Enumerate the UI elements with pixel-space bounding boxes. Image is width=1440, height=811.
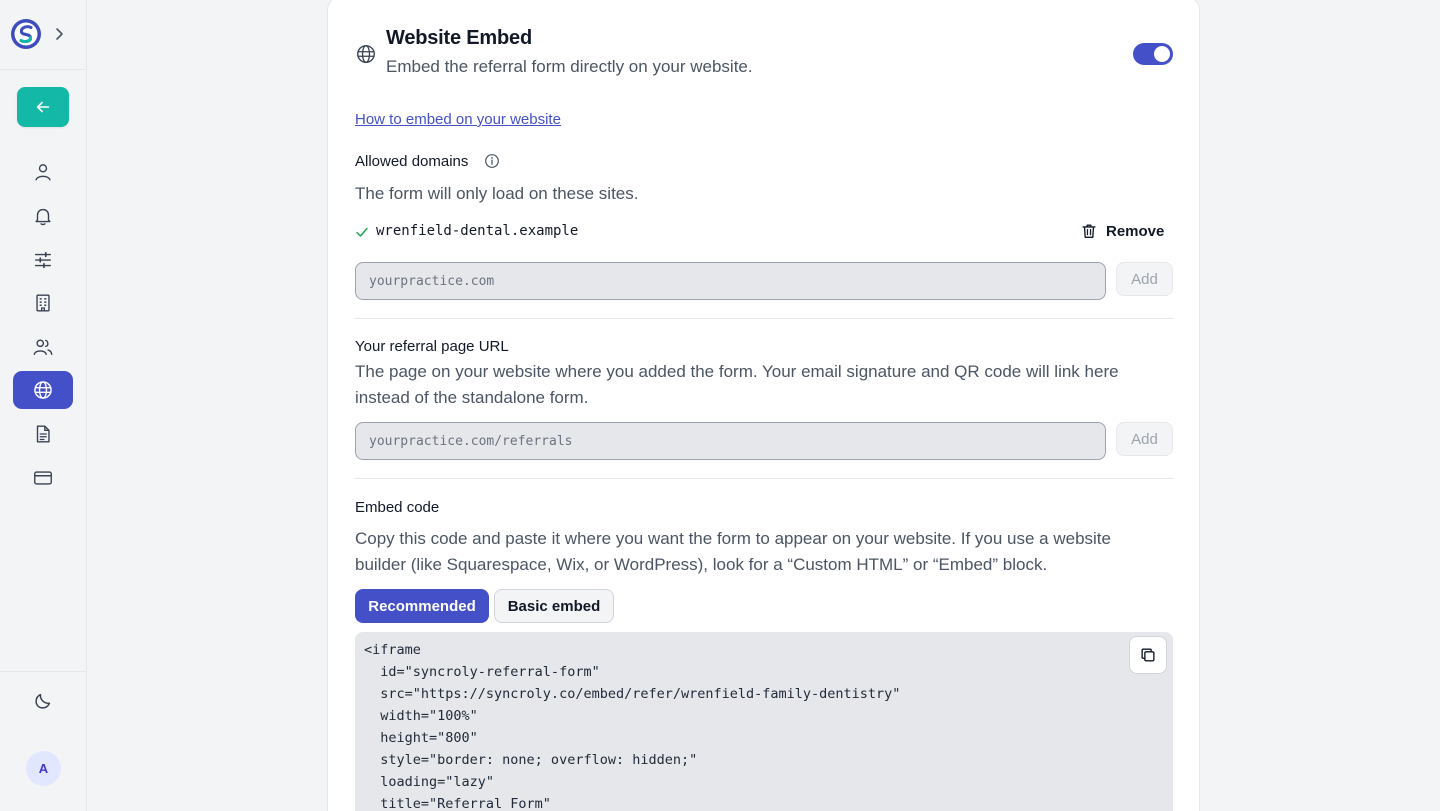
embed-code-label: Embed code <box>355 499 440 516</box>
embed-code-block[interactable]: <iframe id="syncroly-referral-form" src=… <box>355 632 1173 811</box>
referral-url-description-line1: The page on your website where you added… <box>355 362 1119 381</box>
document-icon <box>36 425 50 443</box>
section-subtitle: Embed the referral form directly on your… <box>386 57 753 76</box>
nav-item-website[interactable] <box>13 371 73 409</box>
copy-icon <box>1141 648 1155 662</box>
nav-item-notifications[interactable] <box>13 197 73 235</box>
embed-enabled-toggle[interactable] <box>1133 43 1173 65</box>
domain-input[interactable] <box>355 262 1106 300</box>
users-icon <box>33 339 53 356</box>
section-title: Website Embed <box>386 27 532 49</box>
code-line: style="border: none; overflow: hidden;" <box>364 752 698 768</box>
code-line: title="Referral Form" <box>364 796 551 811</box>
code-line: loading="lazy" <box>364 774 495 790</box>
sliders-icon <box>34 251 52 269</box>
code-line: id="syncroly-referral-form" <box>364 664 600 680</box>
info-icon[interactable] <box>484 153 500 169</box>
tab-recommended[interactable]: Recommended <box>355 589 489 623</box>
nav-item-practice[interactable] <box>13 284 73 322</box>
building-icon <box>36 294 50 312</box>
code-line: src="https://syncroly.co/embed/refer/wre… <box>364 686 901 702</box>
allowed-domains-label: Allowed domains <box>355 153 469 170</box>
globe-icon <box>355 43 377 65</box>
allowed-domain-item: wrenfield-dental.example <box>376 223 579 239</box>
back-button[interactable] <box>17 87 69 127</box>
add-referral-url-button[interactable]: Add <box>1116 422 1173 456</box>
referral-url-label: Your referral page URL <box>355 338 509 355</box>
code-line: <iframe <box>364 642 421 658</box>
arrow-left-icon <box>36 101 50 113</box>
credit-card-icon <box>34 471 52 485</box>
user-icon <box>35 164 51 181</box>
toggle-knob <box>1154 46 1170 62</box>
code-line: width="100%" <box>364 708 478 724</box>
bell-icon <box>35 208 51 226</box>
trash-icon <box>1082 224 1096 238</box>
moon-icon <box>35 693 51 709</box>
how-to-embed-link[interactable]: How to embed on your website <box>355 111 561 128</box>
add-domain-button[interactable]: Add <box>1116 262 1173 296</box>
referral-url-description-line2: instead of the standalone form. <box>355 388 589 407</box>
nav-item-preferences[interactable] <box>13 241 73 279</box>
chevron-right-icon[interactable] <box>52 26 66 42</box>
remove-label: Remove <box>1106 222 1165 240</box>
check-icon <box>355 225 369 239</box>
code-line: height="800" <box>364 730 478 746</box>
nav-item-documents[interactable] <box>13 415 73 453</box>
sidebar-divider <box>0 69 87 70</box>
avatar[interactable]: A <box>26 751 61 786</box>
allowed-domains-description: The form will only load on these sites. <box>355 184 639 203</box>
app-logo-icon[interactable] <box>10 18 42 50</box>
theme-toggle[interactable] <box>13 682 73 720</box>
tab-basic-embed[interactable]: Basic embed <box>494 589 614 623</box>
nav-item-team[interactable] <box>13 328 73 366</box>
referral-url-input[interactable] <box>355 422 1106 460</box>
remove-domain-button[interactable]: Remove <box>1080 219 1164 243</box>
section-divider <box>355 318 1173 319</box>
copy-code-button[interactable] <box>1129 636 1167 674</box>
section-divider <box>355 478 1173 479</box>
globe-icon <box>34 381 52 399</box>
website-embed-card: Website Embed Embed the referral form di… <box>327 0 1200 811</box>
embed-code-description-line1: Copy this code and paste it where you wa… <box>355 529 1111 548</box>
nav-item-profile[interactable] <box>13 153 73 191</box>
sidebar-divider <box>0 671 87 672</box>
nav-item-billing[interactable] <box>13 459 73 497</box>
sidebar: A <box>0 0 87 811</box>
embed-code-description-line2: builder (like Squarespace, Wix, or WordP… <box>355 555 1048 574</box>
